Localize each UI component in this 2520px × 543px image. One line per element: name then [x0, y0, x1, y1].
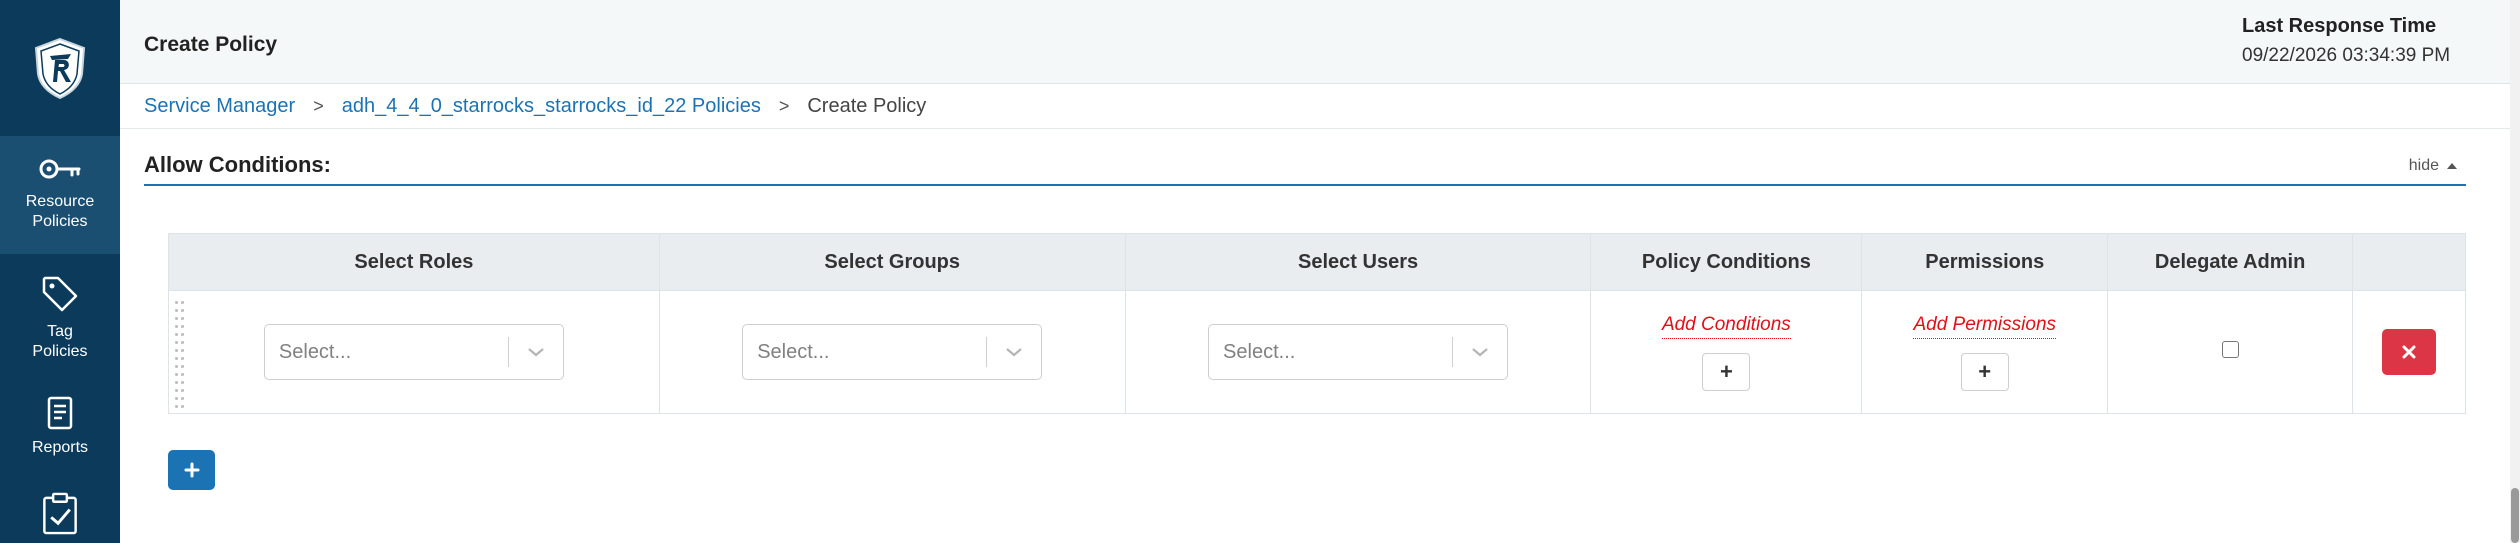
close-icon — [2402, 345, 2416, 359]
ranger-logo[interactable] — [0, 0, 120, 136]
plus-icon — [184, 462, 199, 478]
delete-row-button[interactable] — [2382, 329, 2436, 375]
column-header-permissions: Permissions — [1861, 233, 2109, 291]
app-root: Resource Policies Tag Policies Reports C… — [0, 0, 2520, 543]
page-title: Create Policy — [144, 33, 278, 56]
column-header-roles: Select Roles — [168, 233, 660, 291]
section-title: Allow Conditions: — [144, 152, 331, 177]
column-header-users: Select Users — [1124, 233, 1592, 291]
breadcrumb-separator: > — [313, 95, 324, 116]
delegate-admin-cell — [2107, 290, 2354, 414]
select-users-placeholder: Select... — [1223, 340, 1296, 363]
shield-logo-icon — [34, 37, 86, 100]
column-header-delegate-admin: Delegate Admin — [2107, 233, 2354, 291]
section-divider — [144, 184, 2466, 186]
sidebar-item-reports[interactable]: Reports — [0, 392, 120, 472]
sidebar-item-label: Policies — [32, 343, 88, 360]
add-permissions-button[interactable]: + — [1960, 352, 2009, 391]
sidebar-item-label: Reports — [31, 439, 89, 456]
column-header-policy-conditions: Policy Conditions — [1590, 233, 1863, 291]
select-roles-dropdown[interactable]: Select... — [263, 324, 564, 380]
select-users-dropdown[interactable]: Select... — [1208, 324, 1509, 380]
page-header: Create Policy Last Response Time 09/22/2… — [120, 0, 2520, 84]
roles-cell: Select... — [168, 290, 660, 414]
sidebar-item-resource-policies[interactable]: Resource Policies — [0, 136, 120, 254]
scrollbar-thumb[interactable] — [2511, 488, 2519, 543]
policy-conditions-cell: Add Conditions + — [1590, 290, 1863, 414]
key-icon — [39, 159, 81, 179]
page-scrollbar[interactable] — [2510, 0, 2520, 543]
breadcrumb: Service Manager > adh_4_4_0_starrocks_st… — [144, 93, 926, 119]
delegate-admin-checkbox[interactable] — [2221, 341, 2239, 358]
breadcrumb-divider — [120, 128, 2520, 129]
chevron-down-icon[interactable] — [1453, 346, 1507, 358]
hide-toggle-label: hide — [2408, 157, 2439, 174]
groups-cell: Select... — [658, 290, 1126, 414]
chevron-down-icon[interactable] — [509, 346, 563, 358]
select-roles-placeholder: Select... — [278, 340, 352, 363]
hide-toggle[interactable]: hide — [2409, 157, 2457, 175]
table-header-row: Select Roles Select Groups Select Users … — [168, 233, 2466, 291]
drag-handle-icon[interactable] — [175, 301, 185, 408]
users-cell: Select... — [1124, 290, 1592, 414]
add-permissions-link[interactable]: Add Permissions — [1913, 314, 2057, 339]
report-icon — [47, 396, 73, 430]
add-row-button[interactable] — [168, 450, 215, 490]
sidebar-item-label: Resource — [25, 193, 95, 210]
add-conditions-button[interactable]: + — [1702, 352, 1751, 391]
breadcrumb-separator: > — [778, 95, 790, 116]
sidebar-item-audit[interactable] — [0, 488, 120, 543]
breadcrumb-service-manager[interactable]: Service Manager — [144, 95, 295, 118]
breadcrumb-service-policies[interactable]: adh_4_4_0_starrocks_starrocks_id_22 Poli… — [342, 95, 761, 118]
policy-items-table: Select Roles Select Groups Select Users … — [168, 233, 2466, 414]
permissions-cell: Add Permissions + — [1861, 290, 2109, 414]
select-groups-dropdown[interactable]: Select... — [742, 324, 1043, 380]
tag-icon — [42, 276, 78, 312]
clipboard-check-icon — [43, 492, 77, 535]
sidebar-item-tag-policies[interactable]: Tag Policies — [0, 262, 120, 374]
sidebar-item-label: Tag — [47, 323, 73, 340]
sidebar-item-label: Policies — [32, 213, 88, 230]
breadcrumb-current: Create Policy — [807, 94, 927, 117]
caret-up-icon — [2447, 163, 2457, 169]
chevron-down-icon[interactable] — [987, 346, 1041, 358]
actions-cell — [2352, 290, 2466, 414]
add-conditions-link[interactable]: Add Conditions — [1661, 314, 1791, 339]
select-groups-placeholder: Select... — [757, 340, 830, 363]
column-header-actions — [2352, 233, 2466, 291]
last-response-time-value: 09/22/2026 03:34:39 PM — [2242, 45, 2451, 66]
last-response-time-label: Last Response Time — [2242, 15, 2437, 37]
table-row: Select... Select... Select... Add Condit… — [168, 290, 2466, 414]
sidebar: Resource Policies Tag Policies Reports — [0, 0, 120, 543]
column-header-groups: Select Groups — [658, 233, 1126, 291]
